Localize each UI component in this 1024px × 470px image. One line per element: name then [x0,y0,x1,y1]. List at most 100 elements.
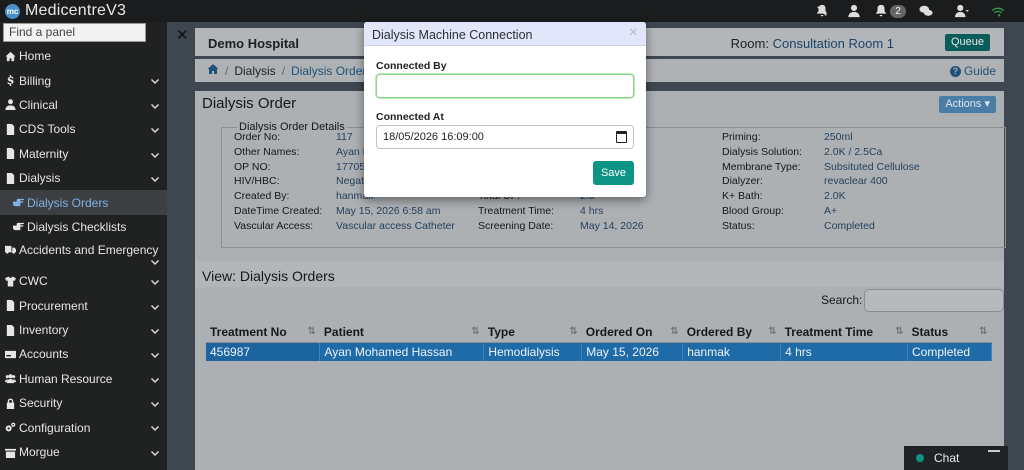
dollar-icon [5,75,16,87]
detail-row: Status: Completed [722,220,920,235]
find-panel-input[interactable]: Find a panel [3,23,146,42]
column-header[interactable]: Ordered On ⇅ [581,322,683,343]
connected-at-datetime-input[interactable]: 18/05/2026 16:09:00 [376,125,634,149]
sidebar-item-dialysis[interactable]: Dialysis [0,166,167,190]
sort-icon[interactable]: ⇅ [768,326,776,337]
brand[interactable]: mc MedicentreV3 [0,2,126,20]
sidebar-item-home[interactable]: Home [0,44,167,68]
sidebar-item-inventory[interactable]: Inventory [0,318,167,342]
sidebar-item-billing[interactable]: Billing [0,68,167,92]
column-header[interactable]: Ordered By ⇅ [682,322,781,343]
detail-value: Subsituted Cellulose [824,160,920,173]
queue-button[interactable]: Queue [944,34,990,51]
table-cell: Hemodialysis [483,342,583,361]
truck-icon [5,244,16,255]
dialysis-machine-connection-modal: Dialysis Machine Connection × Connected … [364,22,646,197]
sidebar-item-procurement[interactable]: Procurement [0,294,167,318]
detail-row: Vascular Access: Vascular access Catheter [234,220,455,235]
sort-icon[interactable]: ⇅ [569,326,577,337]
sidebar-item-label: Maternity [19,146,69,161]
table-search-input[interactable] [864,289,1004,312]
sort-icon[interactable]: ⇅ [670,326,678,337]
table-cell: hanmak [682,342,782,361]
table-cell: 4 hrs [780,342,909,361]
breadcrumb-dialysis[interactable]: Dialysis [234,64,275,78]
guide-link[interactable]: ? Guide [949,64,996,78]
sidebar-item-label: Procurement [19,298,88,313]
detail-value: May 15, 2026 6:58 am [336,204,441,217]
notification-count-badge: 2 [890,4,906,18]
detail-key: Membrane Type: [722,160,801,173]
detail-key: K+ Bath: [722,190,763,203]
sidebar-item-maternity[interactable]: Maternity [0,142,167,166]
column-header[interactable]: Treatment No ⇅ [206,322,320,343]
detail-row: Screening Date: May 14, 2026 [478,220,644,235]
sidebar-item-label: Accidents and Emergency [19,243,159,258]
column-header[interactable]: Patient ⇅ [319,322,484,343]
sort-icon[interactable]: ⇅ [308,326,316,337]
chevron-down-icon [151,124,159,134]
sidebar-item-cwc[interactable]: CWC [0,269,167,293]
top-icons: 2 [806,0,1014,22]
lock-icon [5,398,16,409]
close-panel-icon[interactable]: ✕ [176,26,189,44]
room-value[interactable]: Consultation Room 1 [773,36,894,51]
column-header[interactable]: Treatment Time ⇅ [780,322,908,343]
column-header[interactable]: Type ⇅ [483,322,582,343]
chat-widget[interactable]: Chat [904,446,1008,470]
sidebar-item-human-resource[interactable]: Human Resource [0,367,167,391]
hand-point-icon [13,221,24,232]
detail-value: revaclear 400 [824,175,888,188]
sidebar-item-dialysis-checklists[interactable]: Dialysis Checklists [0,215,167,239]
tshirt-icon [5,276,16,287]
sidebar-item-configuration[interactable]: Configuration [0,415,167,439]
room-info: Room: Consultation Room 1 [731,36,894,51]
sort-icon[interactable]: ⇅ [471,326,479,337]
detail-value: 2.0K / 2.5Ca [824,145,883,158]
close-icon[interactable]: × [629,24,638,42]
app-name: MedicentreV3 [25,2,127,19]
connected-by-label: Connected By [376,60,447,72]
sidebar-item-accidents-emergency[interactable]: Accidents and Emergency [0,239,167,269]
mute-bell-icon[interactable] [806,0,838,22]
chevron-down-icon [151,276,159,286]
table-row[interactable]: 456987 Ayan Mohamed Hassan Hemodialysis May… [206,342,992,361]
user-md-icon[interactable] [838,0,870,22]
sidebar-item-label: CWC [19,274,48,289]
save-button[interactable]: Save [593,161,634,185]
chevron-down-icon [151,398,159,408]
home-icon[interactable] [207,63,219,78]
connected-by-input[interactable] [376,74,634,98]
building-icon [5,447,16,458]
modal-title: Dialysis Machine Connection [372,28,533,42]
actions-dropdown-button[interactable]: Actions ▾ [939,96,996,113]
breadcrumb-dialysis-orders[interactable]: Dialysis Orders [291,64,372,78]
chat-bubbles-icon[interactable] [910,0,942,22]
connected-at-label: Connected At [376,111,444,123]
sort-icon[interactable]: ⇅ [979,326,987,337]
user-menu-icon[interactable] [942,0,982,22]
sidebar-item-label: Dialysis Orders [27,195,109,210]
sidebar-item-cds-tools[interactable]: CDS Tools [0,117,167,141]
detail-key: OP NO: [234,160,271,173]
notifications-bell-icon[interactable]: 2 [870,0,910,22]
sidebar-item-clinical[interactable]: Clinical [0,93,167,117]
sidebar-item-accounts[interactable]: Accounts [0,342,167,366]
chevron-down-icon [151,301,159,310]
column-header-label: Type [487,324,515,339]
document-icon [5,172,16,184]
detail-value: A+ [824,204,838,217]
column-header[interactable]: Status ⇅ [907,322,992,343]
sidebar-item-security[interactable]: Security [0,391,167,415]
chevron-down-icon [151,173,159,182]
detail-key: Dialyzer: [722,175,763,188]
detail-row: Blood Group: A+ [722,205,920,220]
minimize-icon[interactable] [988,450,1000,452]
detail-row: Treatment Time: 4 hrs [478,205,644,220]
sidebar-item-dialysis-orders[interactable]: Dialysis Orders [0,190,167,215]
sort-icon[interactable]: ⇅ [895,326,903,337]
sidebar-item-morgue[interactable]: Morgue [0,440,167,464]
sidebar-item-label: Clinical [19,97,58,112]
app-logo-icon: mc [5,3,20,19]
calendar-icon[interactable] [616,131,627,143]
